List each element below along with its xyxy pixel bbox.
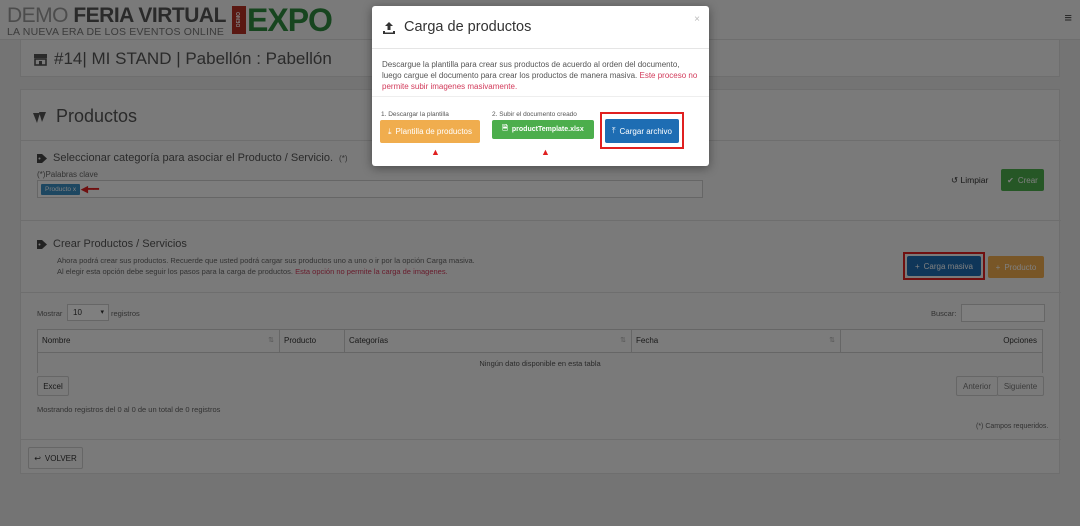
close-icon[interactable]: × xyxy=(694,14,700,25)
annotation-arrow-up: ▲ xyxy=(431,147,440,157)
step2-label: 2. Subir el documento creado xyxy=(492,111,577,118)
upload-icon: ⤒ xyxy=(611,126,616,135)
download-template-button[interactable]: ⤓ Plantilla de productos xyxy=(380,120,480,143)
uploaded-file-chip[interactable]: 🗎 productTemplate.xlsx xyxy=(492,120,594,139)
modal-header: Carga de productos × xyxy=(372,6,709,49)
download-template-label: Plantilla de productos xyxy=(395,127,473,136)
file-icon: 🗎 xyxy=(502,125,508,132)
download-icon: ⤓ xyxy=(387,126,392,136)
modal-description-text: Descargue la plantilla para crear sus pr… xyxy=(382,60,680,80)
upload-icon xyxy=(383,22,395,34)
annotation-arrow-up: ▲ xyxy=(541,147,550,157)
modal-title: Carga de productos xyxy=(404,19,532,35)
uploaded-file-name: productTemplate.xlsx xyxy=(511,126,584,133)
step1-label: 1. Descargar la plantilla xyxy=(381,111,449,118)
upload-file-label: Cargar archivo xyxy=(619,126,672,136)
bulk-upload-modal: Carga de productos × Descargue la planti… xyxy=(372,6,709,166)
modal-description: Descargue la plantilla para crear sus pr… xyxy=(382,59,700,92)
upload-file-button[interactable]: ⤒ Cargar archivo xyxy=(605,119,679,143)
